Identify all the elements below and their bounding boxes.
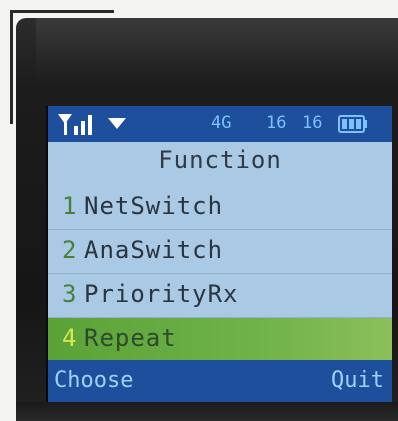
menu-item-label: NetSwitch: [84, 192, 224, 220]
menu-item-label: PriorityRx: [84, 280, 239, 308]
menu-item-repeat-selected[interactable]: 4 Repeat: [48, 318, 392, 360]
softkey-bar: Choose Quit: [48, 360, 392, 402]
device-screen: 4G 16 16 Function 1 NetSwitch 2 AnaSwitc…: [46, 106, 392, 402]
status-bar: 4G 16 16: [48, 106, 392, 142]
quit-softkey[interactable]: Quit: [331, 368, 384, 393]
menu-item-number: 3: [62, 280, 78, 308]
menu-item-priorityrx[interactable]: 3 PriorityRx: [48, 274, 392, 318]
menu-item-number: 4: [62, 324, 78, 352]
menu-item-label: Repeat: [84, 324, 177, 352]
dropdown-arrow-icon: [108, 118, 126, 129]
signal-strength-icon: [58, 114, 92, 135]
network-type: 4G: [211, 113, 232, 133]
clock-minute: 16: [302, 113, 323, 133]
menu-item-number: 2: [62, 236, 78, 264]
menu-title: Function: [158, 146, 282, 174]
menu-item-label: AnaSwitch: [84, 236, 224, 264]
menu-item-anaswitch[interactable]: 2 AnaSwitch: [48, 230, 392, 274]
menu-item-netswitch[interactable]: 1 NetSwitch: [48, 186, 392, 230]
clock-hour: 16: [266, 113, 287, 133]
device-bottom-bezel: [16, 402, 398, 421]
battery-icon: [338, 115, 367, 133]
radio-device: 4G 16 16 Function 1 NetSwitch 2 AnaSwitc…: [16, 18, 398, 421]
choose-softkey[interactable]: Choose: [54, 368, 133, 393]
paper-corner-mark-vertical: [10, 10, 13, 124]
paper-corner-mark: [10, 10, 114, 13]
device-top-bezel: [36, 18, 398, 88]
menu-item-number: 1: [62, 192, 78, 220]
photo-background: 4G 16 16 Function 1 NetSwitch 2 AnaSwitc…: [0, 0, 398, 421]
